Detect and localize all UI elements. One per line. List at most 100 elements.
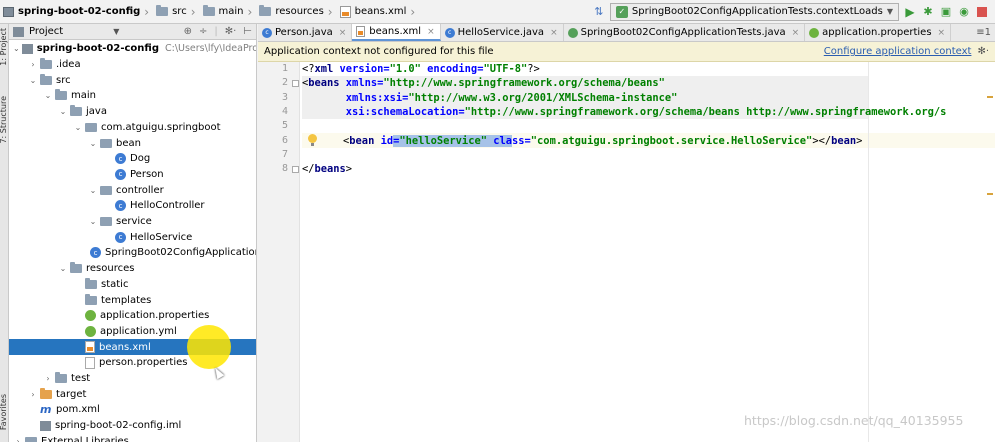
chevron-down-icon[interactable]: ⌄ <box>88 186 98 195</box>
tab-application-properties[interactable]: application.properties × <box>805 24 952 41</box>
chevron-down-icon[interactable]: ⌄ <box>88 139 98 148</box>
tree-item-bean[interactable]: ⌄ bean <box>9 135 256 151</box>
tree-item-springboot02configapplication[interactable]: c SpringBoot02ConfigApplication <box>9 245 256 261</box>
breadcrumb-project[interactable]: spring-boot-02-config › <box>0 0 153 24</box>
class-icon: c <box>115 200 126 212</box>
xml-file-icon <box>339 5 351 18</box>
line-number: 5 <box>281 120 288 132</box>
tree-item-spring-boot-02-config-iml[interactable]: spring-boot-02-config.iml <box>9 418 256 434</box>
fold-marker-icon[interactable] <box>292 80 299 87</box>
tree-item-service[interactable]: ⌄ service <box>9 214 256 230</box>
tree-item-label: person.properties <box>99 357 188 369</box>
scroll-from-source-icon[interactable]: ⊕ <box>184 26 192 37</box>
tree-item-resources[interactable]: ⌄ resources <box>9 261 256 277</box>
tab-beans-xml[interactable]: beans.xml × <box>352 24 441 41</box>
project-view-select[interactable]: Project <box>29 26 63 37</box>
tree-item-label: main <box>71 90 96 102</box>
tree-item-com-atguigu-springboot[interactable]: ⌄ com.atguigu.springboot <box>9 120 256 136</box>
close-icon[interactable]: × <box>792 28 800 38</box>
tab-person-java[interactable]: c Person.java × <box>258 24 353 41</box>
chevron-down-icon[interactable]: ⌄ <box>73 123 83 132</box>
code-line-1: <?xml version="1.0" encoding="UTF-8"?> <box>302 63 540 75</box>
tree-item-application-yml[interactable]: application.yml <box>9 324 256 340</box>
tree-item-hellocontroller[interactable]: c HelloController <box>9 198 256 214</box>
chevron-right-icon[interactable]: › <box>13 437 23 442</box>
tabs-menu-icon[interactable]: ≡1 <box>976 27 995 38</box>
run-configuration-select[interactable]: ✓ SpringBoot02ConfigApplicationTests.con… <box>609 2 899 21</box>
gear-icon[interactable]: ✻· <box>225 26 237 37</box>
breadcrumb-main[interactable]: main › <box>200 0 257 24</box>
chevron-down-icon[interactable]: ⌄ <box>58 107 68 116</box>
tab-helloservice-java[interactable]: c HelloService.java × <box>441 24 564 41</box>
tree-item-static[interactable]: static <box>9 277 256 293</box>
project-path-hint: C:\Users\lfy\IdeaProjects <box>164 43 256 55</box>
tab-application-tests-java[interactable]: SpringBoot02ConfigApplicationTests.java … <box>564 24 806 41</box>
fold-marker-icon[interactable] <box>292 166 299 173</box>
error-stripe-mark[interactable] <box>987 193 993 195</box>
configure-context-link[interactable]: Configure application context <box>824 46 972 57</box>
tree-item-java[interactable]: ⌄ java <box>9 104 256 120</box>
spring-icon <box>85 310 96 322</box>
code-editor[interactable]: 1 2 3 4 5 6 7 8 <?xml version="1.0" enco… <box>258 62 995 442</box>
breadcrumb-resources[interactable]: resources › <box>256 0 336 24</box>
error-stripe-mark[interactable] <box>987 96 993 98</box>
tree-item-label: resources <box>86 263 135 275</box>
package-icon <box>85 122 97 132</box>
coverage-icon[interactable]: ▣ <box>939 5 953 19</box>
tree-item-spring-boot-02-config[interactable]: ⌄ spring-boot-02-config C:\Users\lfy\IdeaP… <box>9 41 256 57</box>
debug-icon[interactable]: ✱ <box>921 5 935 19</box>
chevron-right-icon: › <box>327 4 333 19</box>
gear-icon[interactable]: ✻· <box>977 46 989 57</box>
chevron-down-icon[interactable]: ⌄ <box>43 91 53 100</box>
line-number: 2 <box>281 77 288 89</box>
tree-item-helloservice[interactable]: c HelloService <box>9 229 256 245</box>
run-icon[interactable]: ▶ <box>903 5 917 19</box>
breadcrumb-beans-xml[interactable]: beans.xml › <box>337 0 420 24</box>
chevron-right-icon: › <box>190 4 196 19</box>
tree-item-external-libraries[interactable]: › External Libraries <box>9 434 256 442</box>
tree-item-person[interactable]: c Person <box>9 167 256 183</box>
chevron-down-icon[interactable]: ⌄ <box>88 217 98 226</box>
tree-item-controller[interactable]: ⌄ controller <box>9 182 256 198</box>
tree-item-application-properties[interactable]: application.properties <box>9 308 256 324</box>
tree-item-idea[interactable]: › .idea <box>9 57 256 73</box>
profile-icon[interactable]: ◉ <box>957 5 971 19</box>
chevron-down-icon[interactable]: ⌄ <box>28 76 38 85</box>
close-icon[interactable]: × <box>427 27 435 37</box>
close-icon[interactable]: × <box>550 28 558 38</box>
spring-icon <box>85 325 96 337</box>
folder-icon <box>40 73 52 85</box>
tree-item-label: target <box>56 388 87 400</box>
source-folder-icon <box>70 105 82 117</box>
spring-icon <box>809 27 820 38</box>
tree-item-pom-xml[interactable]: m pom.xml <box>9 402 256 418</box>
favorites-tool-tab[interactable]: Favorites <box>0 394 8 430</box>
tree-item-dog[interactable]: c Dog <box>9 151 256 167</box>
tree-item-label: controller <box>116 184 164 196</box>
code-line-4: xsi:schemaLocation="http://www.springfra… <box>345 105 947 118</box>
project-tool-tab[interactable]: 1: Project <box>0 28 8 66</box>
tree-item-src[interactable]: ⌄ src <box>9 72 256 88</box>
tree-item-label: static <box>101 278 129 290</box>
intention-bulb-icon[interactable] <box>308 134 317 146</box>
breadcrumb-src[interactable]: src › <box>153 0 199 24</box>
chevron-down-icon[interactable]: ▼ <box>113 27 119 36</box>
chevron-right-icon[interactable]: › <box>28 60 38 69</box>
tree-item-main[interactable]: ⌄ main <box>9 88 256 104</box>
stop-icon[interactable] <box>975 5 989 19</box>
package-icon <box>100 138 112 148</box>
tree-item-target[interactable]: › target <box>9 386 256 402</box>
tree-item-templates[interactable]: templates <box>9 292 256 308</box>
collapse-all-icon[interactable]: ÷ <box>199 26 207 37</box>
tree-item-label: java <box>86 106 107 118</box>
hide-icon[interactable]: ⊢ <box>243 26 252 37</box>
chevron-down-icon[interactable]: ⌄ <box>13 44 20 53</box>
structure-tool-tab[interactable]: 7: Structure <box>0 96 8 144</box>
close-icon[interactable]: × <box>339 28 347 38</box>
close-icon[interactable]: × <box>938 28 946 38</box>
build-icon[interactable]: ⇅ <box>592 5 606 19</box>
chevron-down-icon[interactable]: ⌄ <box>58 264 68 273</box>
tree-item-beans-xml[interactable]: beans.xml <box>9 339 256 355</box>
chevron-right-icon[interactable]: › <box>43 374 53 383</box>
chevron-right-icon[interactable]: › <box>28 390 38 399</box>
